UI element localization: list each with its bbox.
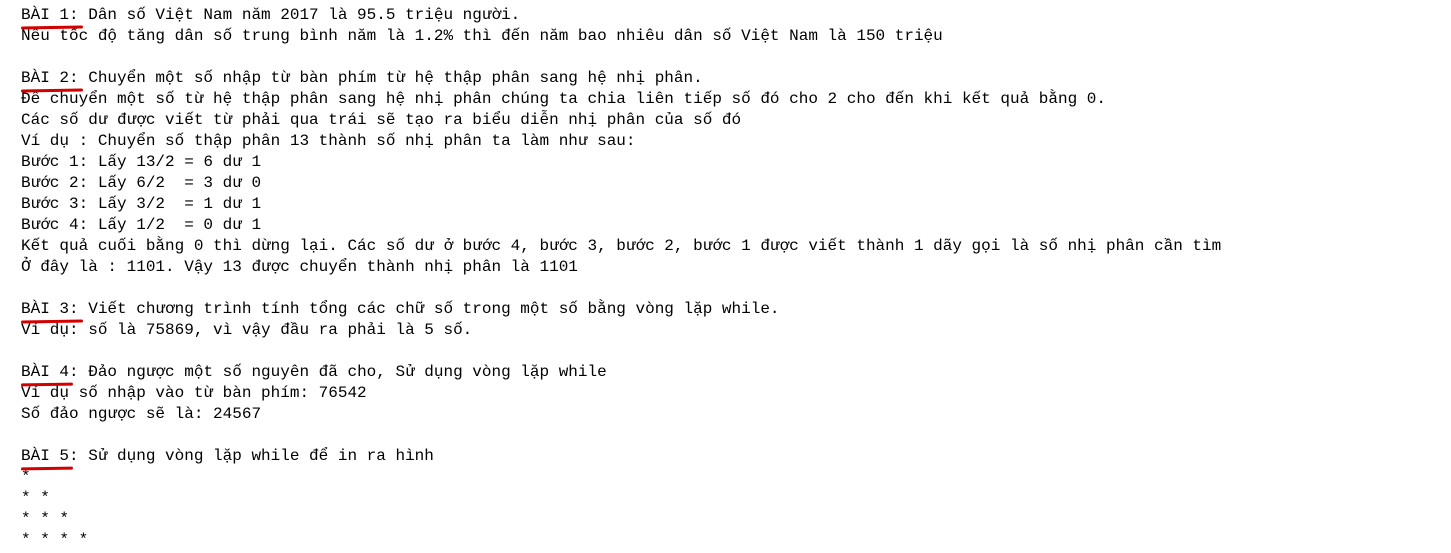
star-row: * [21,468,31,486]
star-row: * * * * [21,531,89,549]
bai4-line: Số đảo ngược sẽ là: 24567 [21,405,262,423]
bai1-title: Dân số Việt Nam năm 2017 là 95.5 triệu n… [78,6,521,24]
bai2-line: Kết quả cuối bằng 0 thì dừng lại. Các số… [21,237,1222,255]
bai1-heading-line: BÀI 1: Dân số Việt Nam năm 2017 là 95.5 … [21,5,1221,26]
bai3-title: Viết chương trình tính tổng các chữ số t… [78,300,780,318]
star-row: * * * [21,510,70,528]
bai2-step-line: Bước 4: Lấy 1/2 = 0 dư 1 [21,216,262,234]
bai1-label: BÀI 1: [21,6,79,24]
bai3-line: Ví dụ: số là 75869, vì vậy đầu ra phải l… [21,321,473,339]
bai2-title: Chuyển một số nhập từ bàn phím từ hệ thậ… [78,69,703,87]
bai2-line: Ở đây là : 1101. Vậy 13 được chuyển thàn… [21,258,578,276]
bai4-heading-line: BÀI 4: Đảo ngược một số nguyên đã cho, S… [21,362,1221,383]
bai5-label: BÀI 5 [21,447,70,465]
bai5-title: : Sử dụng vòng lặp while để in ra hình [69,447,434,465]
bai2-label: BÀI 2: [21,69,79,87]
document-body: BÀI 1: Dân số Việt Nam năm 2017 là 95.5 … [21,5,1221,551]
bai1-line: Nếu tốc độ tăng dân số trung bình năm là… [21,27,943,45]
bai4-line: Ví dụ số nhập vào từ bàn phím: 76542 [21,384,367,402]
bai2-step-line: Bước 1: Lấy 13/2 = 6 dư 1 [21,153,262,171]
bai2-step-line: Bước 3: Lấy 3/2 = 1 dư 1 [21,195,262,213]
bai2-line: Ví dụ : Chuyển số thập phân 13 thành số … [21,132,636,150]
bai3-label: BÀI 3: [21,300,79,318]
star-row: * * [21,489,50,507]
bai4-label: BÀI 4 [21,363,70,381]
bai4-title: : Đảo ngược một số nguyên đã cho, Sử dụn… [69,363,607,381]
bai5-heading-line: BÀI 5: Sử dụng vòng lặp while để in ra h… [21,446,1221,467]
bai2-line: Các số dư được viết từ phải qua trái sẽ … [21,111,742,129]
bai2-heading-line: BÀI 2: Chuyển một số nhập từ bàn phím từ… [21,68,1221,89]
bai3-heading-line: BÀI 3: Viết chương trình tính tổng các c… [21,299,1221,320]
bai2-line: Để chuyển một số từ hệ thập phân sang hệ… [21,90,1106,108]
bai2-step-line: Bước 2: Lấy 6/2 = 3 dư 0 [21,174,262,192]
